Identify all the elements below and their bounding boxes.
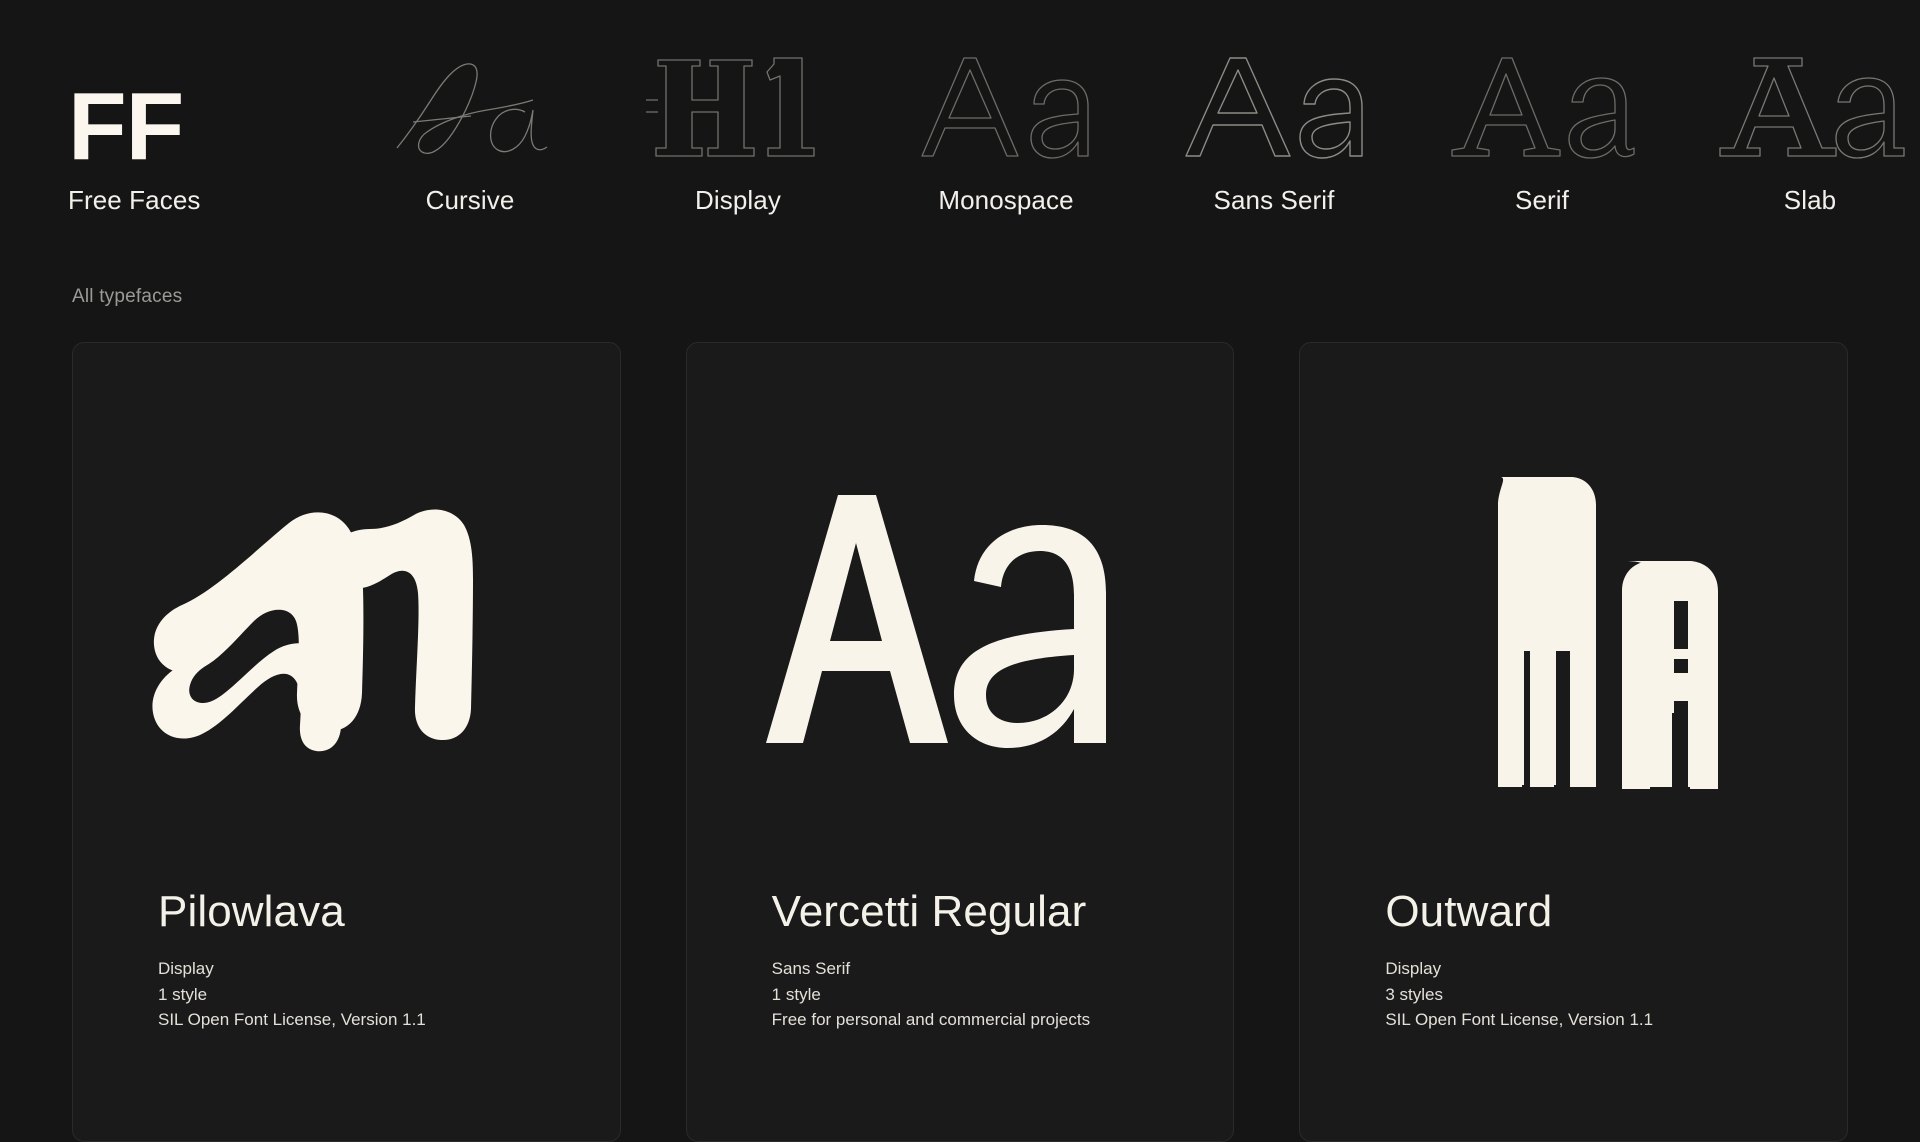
card-meta: Pilowlava Display 1 style SIL Open Font … <box>158 887 580 1032</box>
brand-ff-icon: FF <box>68 42 184 181</box>
nav-item-slab[interactable]: Slab <box>1676 30 1920 215</box>
nav-item-cursive[interactable]: Cursive <box>336 30 604 215</box>
typeface-card[interactable]: Vercetti Regular Sans Serif 1 style Free… <box>685 342 1235 1142</box>
specimen-preview-vercetti <box>687 343 1234 898</box>
monospace-aa-icon <box>914 42 1099 172</box>
typeface-name: Vercetti Regular <box>771 887 1087 936</box>
serif-aa-icon <box>1450 42 1635 172</box>
section-label-all-typefaces: All typefaces <box>72 286 183 307</box>
slab-aa-icon <box>1718 42 1905 172</box>
typeface-category: Sans Serif <box>771 959 851 979</box>
brand-mark-text: FF <box>68 73 184 181</box>
nav-label-sans-serif: Sans Serif <box>1213 185 1335 216</box>
category-nav: FF Free Faces Cursive Display Monospace … <box>0 0 1920 215</box>
specimen-preview-pilowlava <box>73 343 620 898</box>
typeface-styles: 3 styles <box>1385 984 1443 1004</box>
nav-label-serif: Serif <box>1515 185 1569 216</box>
typeface-styles: 1 style <box>771 984 821 1004</box>
typeface-license: Free for personal and commercial project… <box>771 1009 1091 1029</box>
typeface-license: SIL Open Font License, Version 1.1 <box>158 1009 426 1029</box>
display-a1-icon <box>645 42 831 172</box>
typeface-license: SIL Open Font License, Version 1.1 <box>1385 1009 1654 1029</box>
sidebar-item-free-faces[interactable]: FF Free Faces <box>68 30 336 215</box>
typeface-details: Display 1 style SIL Open Font License, V… <box>158 956 580 1031</box>
nav-label-slab: Slab <box>1783 185 1837 216</box>
typeface-details: Display 3 styles SIL Open Font License, … <box>1385 956 1807 1031</box>
nav-item-monospace[interactable]: Monospace <box>872 30 1140 215</box>
typeface-category: Display <box>1385 959 1442 979</box>
card-meta: Vercetti Regular Sans Serif 1 style Free… <box>771 887 1194 1032</box>
card-meta: Outward Display 3 styles SIL Open Font L… <box>1385 887 1807 1032</box>
cursive-aa-icon <box>375 42 565 172</box>
nav-label-cursive: Cursive <box>425 185 515 216</box>
typeface-card[interactable]: Pilowlava Display 1 style SIL Open Font … <box>72 342 621 1142</box>
nav-label-monospace: Monospace <box>938 185 1074 216</box>
typeface-name: Outward <box>1385 887 1553 936</box>
nav-item-sans-serif[interactable]: Sans Serif <box>1140 30 1408 215</box>
nav-label-free-faces: Free Faces <box>68 185 201 216</box>
nav-item-serif[interactable]: Serif <box>1408 30 1676 215</box>
typeface-details: Sans Serif 1 style Free for personal and… <box>772 956 1194 1031</box>
typeface-styles: 1 style <box>158 984 208 1004</box>
typeface-grid: Pilowlava Display 1 style SIL Open Font … <box>0 342 1920 1142</box>
typeface-category: Display <box>158 959 214 979</box>
specimen-preview-outward <box>1300 343 1847 898</box>
nav-item-display[interactable]: Display <box>604 30 872 215</box>
sans-serif-aa-icon <box>1182 42 1367 172</box>
typeface-card[interactable]: Outward Display 3 styles SIL Open Font L… <box>1299 342 1849 1142</box>
typeface-name: Pilowlava <box>158 887 345 936</box>
nav-label-display: Display <box>695 185 781 216</box>
